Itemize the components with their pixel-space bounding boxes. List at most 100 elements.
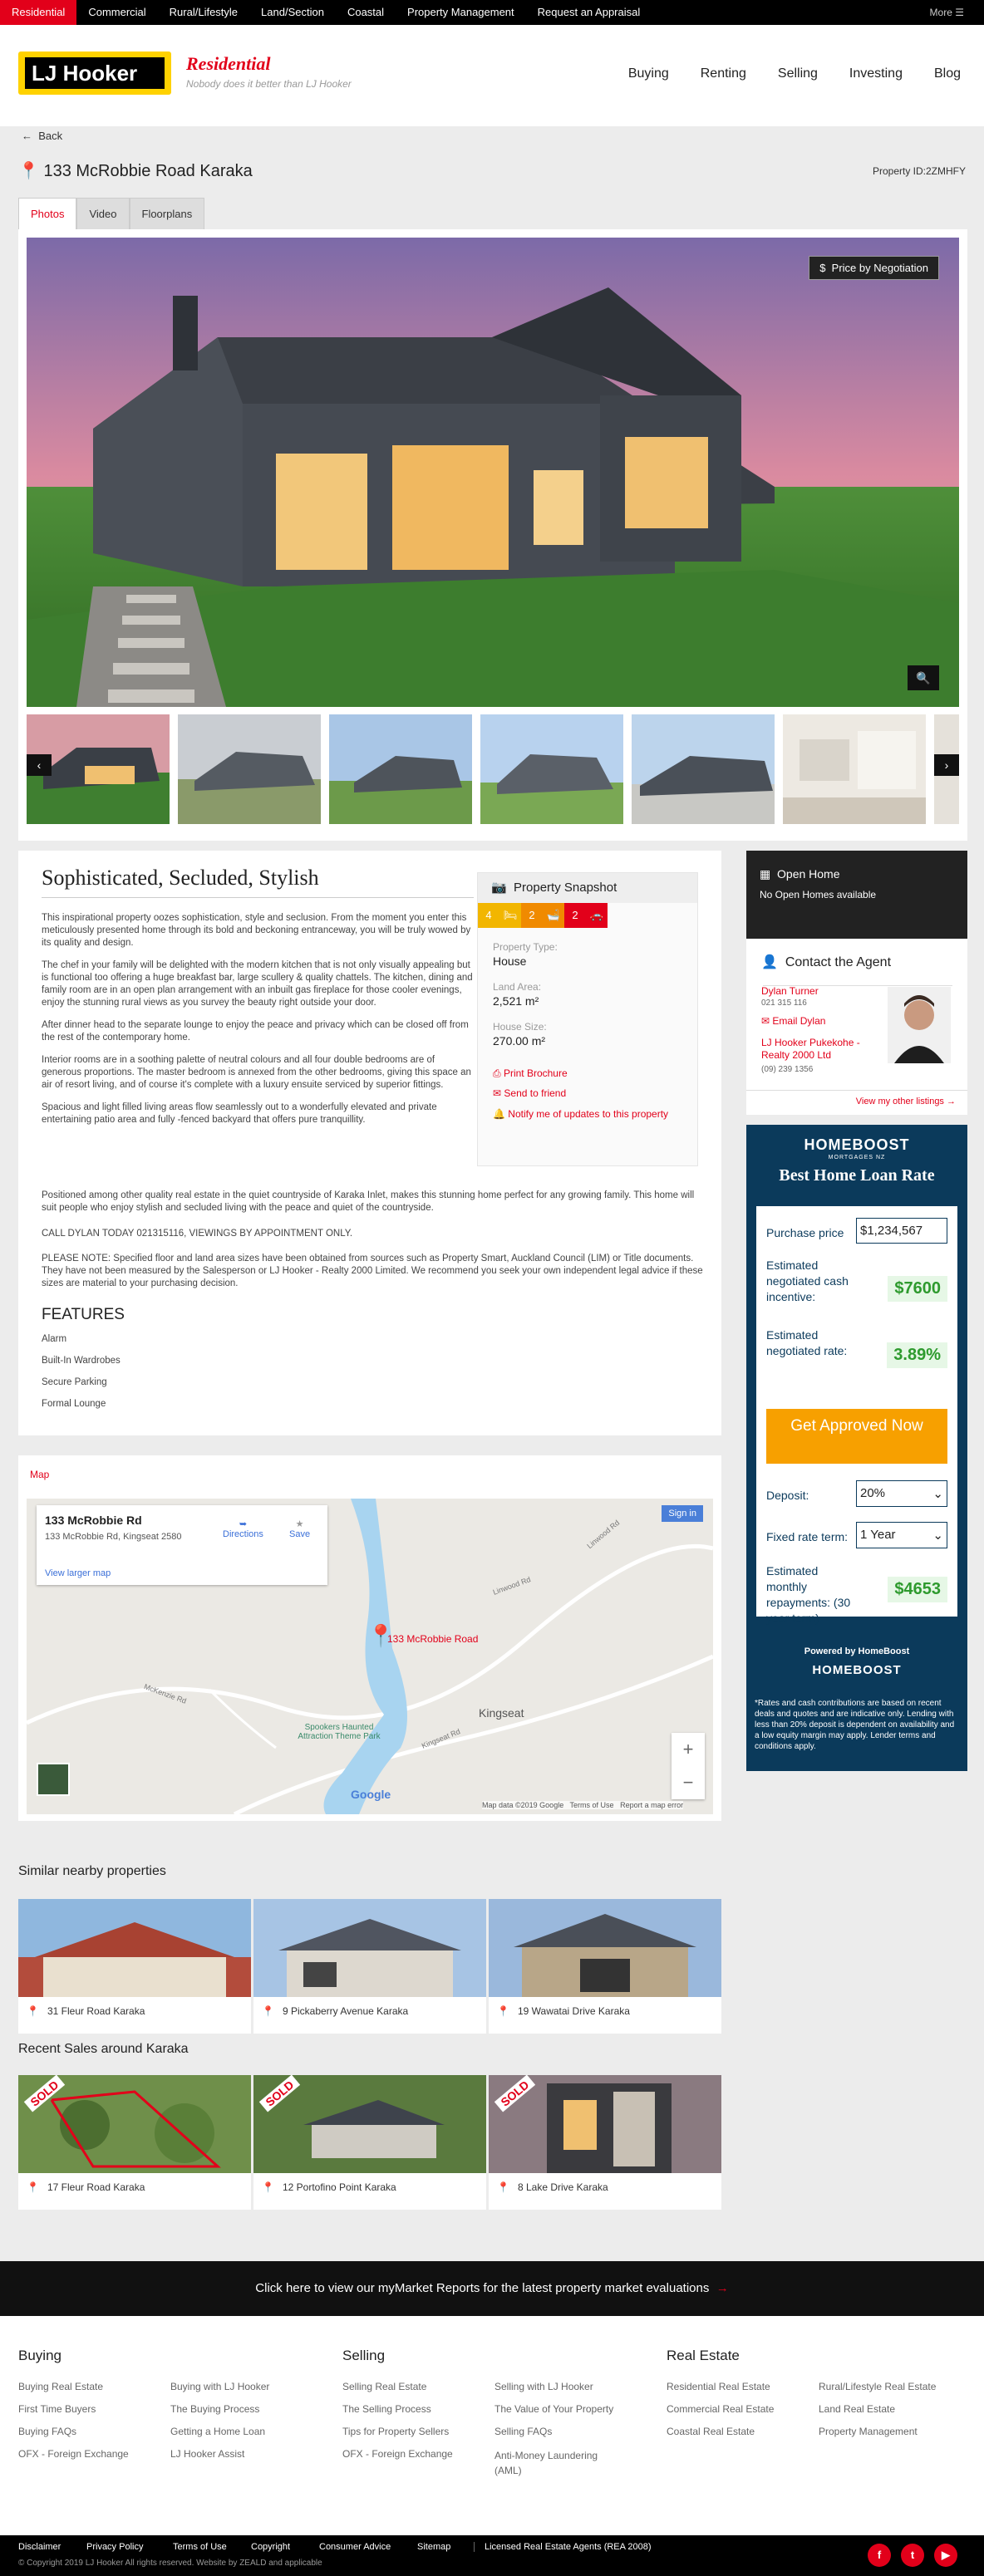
chevron-right-icon[interactable]: › [934,754,959,776]
directions-button[interactable]: ➥ Directions [223,1519,263,1539]
footer-link[interactable]: Selling Real Estate [342,2381,426,2392]
satellite-toggle[interactable] [37,1763,70,1796]
footer-link[interactable]: LJ Hooker Assist [170,2448,244,2460]
footer-link[interactable]: Anti-Money Laundering (AML) [494,2448,619,2478]
hero-photo[interactable]: $ Price by Negotiation 🔍 [27,238,959,707]
thumbnail[interactable] [632,714,775,824]
property-type-label: Property Type: [493,941,558,953]
notify-label: Notify me of updates to this property [508,1108,669,1120]
google-map[interactable]: 133 McRobbie Rd 133 McRobbie Rd, Kingsea… [27,1499,713,1814]
notify-updates-link[interactable]: 🔔 Notify me of updates to this property [493,1107,676,1121]
save-place-button[interactable]: ★ Save [289,1519,310,1539]
footer-link[interactable]: Commercial Real Estate [667,2403,774,2415]
fixed-rate-select[interactable]: 1 Year ⌄ [856,1522,947,1548]
zoom-in-icon[interactable]: + [672,1733,705,1766]
agent-name[interactable]: Dylan Turner [761,985,819,997]
topnav-land-section[interactable]: Land/Section [249,0,336,25]
footer-link[interactable]: First Time Buyers [18,2403,96,2415]
chevron-left-icon[interactable]: ‹ [27,754,52,776]
rate-label: Estimated negotiated rate: [766,1328,848,1357]
footer-link[interactable]: Residential Real Estate [667,2381,770,2392]
lj-hooker-logo[interactable]: LJ Hooker [18,52,171,95]
nav-buying[interactable]: Buying [628,66,669,81]
footer-link[interactable]: The Value of Your Property [494,2403,613,2415]
disclaimer-link[interactable]: Disclaimer [18,2542,61,2552]
deposit-select[interactable]: 20% ⌄ [856,1480,947,1507]
nav-investing[interactable]: Investing [849,66,903,81]
footer-link[interactable]: Selling with LJ Hooker [494,2381,593,2392]
topnav-request-appraisal[interactable]: Request an Appraisal [526,0,652,25]
thumbnail[interactable] [783,714,926,824]
view-larger-map-link[interactable]: View larger map [45,1568,111,1578]
footer-link[interactable]: OFX - Foreign Exchange [18,2448,129,2460]
footer-link[interactable]: The Selling Process [342,2403,431,2415]
thumbnail[interactable] [480,714,623,824]
home-loan-widget: HOMEBOOST MORTGAGES NZ Best Home Loan Ra… [746,1125,967,1771]
footer-link[interactable]: Rural/Lifestyle Real Estate [819,2381,936,2392]
footer-link[interactable]: Land Real Estate [819,2403,895,2415]
similar-property-card[interactable]: 📍 9 Pickaberry Avenue Karaka [253,1899,486,2034]
tab-floorplans[interactable]: Floorplans [129,198,205,229]
footer-link[interactable]: Coastal Real Estate [667,2426,755,2437]
zoom-out-icon[interactable]: − [672,1766,705,1799]
back-link[interactable]: ← Back [22,130,62,142]
footer-link[interactable]: Selling FAQs [494,2426,552,2437]
purchase-price-input[interactable]: $1,234,567 [856,1218,947,1244]
tab-map[interactable]: Map [30,1469,49,1480]
nav-blog[interactable]: Blog [934,66,961,81]
map-terms-link[interactable]: Terms of Use [570,1801,614,1809]
topnav-rural-lifestyle[interactable]: Rural/Lifestyle [158,0,249,25]
agent-phone[interactable]: 021 315 116 [761,999,807,1008]
more-menu-button[interactable]: More ☰ [930,7,964,18]
map-marker-icon: 📍 [262,2005,274,2017]
fixed-rate-label: Fixed rate term: [766,1530,849,1543]
map-sign-in-button[interactable]: Sign in [662,1505,703,1522]
footer-link[interactable]: Getting a Home Loan [170,2426,265,2437]
footer-link[interactable]: Property Management [819,2426,918,2437]
consumer-advice-link[interactable]: Consumer Advice [319,2542,391,2552]
terms-link[interactable]: Terms of Use [173,2542,227,2552]
topnav-coastal[interactable]: Coastal [336,0,396,25]
nav-selling[interactable]: Selling [778,66,818,81]
thumbnail[interactable] [178,714,321,824]
similar-property-card[interactable]: 📍 19 Wawatai Drive Karaka [489,1899,721,2034]
similar-property-card[interactable]: 📍 31 Fleur Road Karaka [18,1899,251,2034]
recent-sale-card[interactable]: SOLD 📍 17 Fleur Road Karaka [18,2074,251,2210]
footer-link[interactable]: Buying Real Estate [18,2381,103,2392]
twitter-icon[interactable]: t [901,2544,924,2567]
footer-link[interactable]: Buying with LJ Hooker [170,2381,269,2392]
recent-sale-card[interactable]: SOLD 📍 12 Portofino Point Karaka [253,2074,486,2210]
tab-photos[interactable]: Photos [18,198,77,229]
print-brochure-link[interactable]: ⎙ Print Brochure [493,1067,568,1080]
send-to-friend-link[interactable]: ✉ Send to friend [493,1087,566,1099]
sitemap-link[interactable]: Sitemap [417,2542,450,2552]
map-report-link[interactable]: Report a map error [620,1801,683,1809]
office-phone[interactable]: (09) 239 1356 [761,1065,813,1074]
topnav-property-management[interactable]: Property Management [396,0,526,25]
copyright-link[interactable]: Copyright [251,2542,290,2552]
agent-office[interactable]: LJ Hooker Pukekohe - Realty 2000 Ltd [761,1037,886,1062]
email-agent-link[interactable]: ✉ Email Dylan [761,1015,825,1027]
other-listings-link[interactable]: View my other listings → [856,1097,956,1106]
zoom-icon[interactable]: 🔍 [908,665,939,690]
property-image [253,1899,486,1997]
topnav-residential[interactable]: Residential [0,0,77,25]
mymarket-banner[interactable]: Click here to view our myMarket Reports … [0,2261,984,2316]
footer-link[interactable]: Tips for Property Sellers [342,2426,449,2437]
recent-sale-card[interactable]: SOLD 📍 8 Lake Drive Karaka [489,2074,721,2210]
footer-link[interactable]: Buying FAQs [18,2426,76,2437]
get-approved-button[interactable]: Get Approved Now [766,1409,947,1464]
chevron-down-icon: ⌄ [932,1528,943,1543]
repayments-label: Estimated monthly repayments: (30 year t… [766,1564,851,1625]
thumbnail[interactable] [329,714,472,824]
map-place-address: 133 McRobbie Rd, Kingseat 2580 [45,1532,182,1542]
youtube-icon[interactable]: ▶ [934,2544,957,2567]
topnav-commercial[interactable]: Commercial [76,0,157,25]
tab-video[interactable]: Video [76,198,130,229]
nav-renting[interactable]: Renting [701,66,746,81]
bedrooms-count: 4 [478,903,499,928]
privacy-link[interactable]: Privacy Policy [86,2542,143,2552]
footer-link[interactable]: OFX - Foreign Exchange [342,2448,453,2460]
facebook-icon[interactable]: f [868,2544,891,2567]
footer-link[interactable]: The Buying Process [170,2403,259,2415]
